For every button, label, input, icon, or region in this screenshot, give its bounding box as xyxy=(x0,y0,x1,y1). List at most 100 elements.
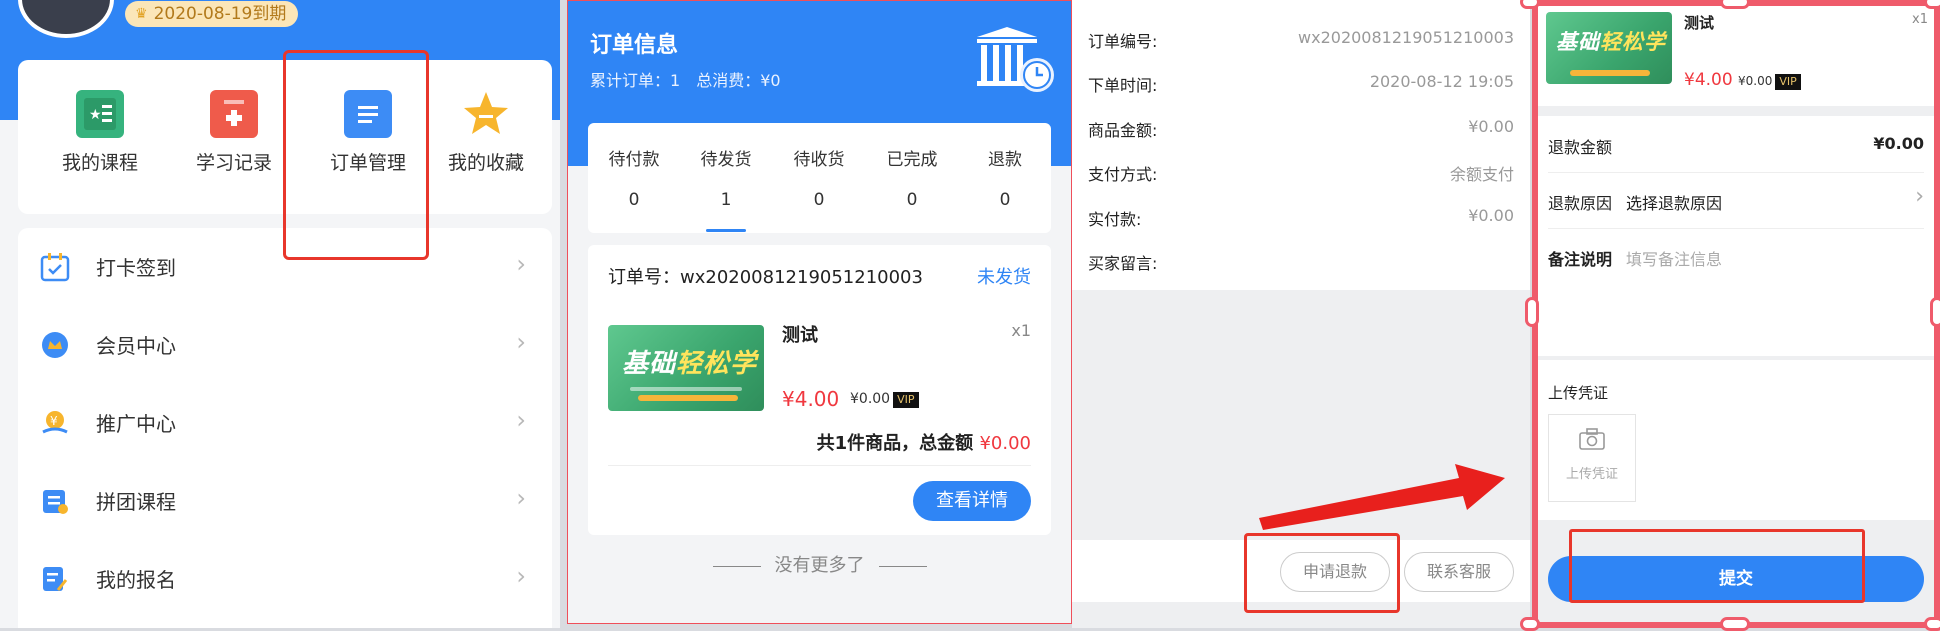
product-name: 测试 xyxy=(782,325,818,346)
tab-pending-receipt[interactable]: 待收货 0 xyxy=(773,145,865,210)
info-key: 下单时间: xyxy=(1088,76,1158,95)
tab-count: 0 xyxy=(999,190,1011,210)
tab-completed[interactable]: 已完成 0 xyxy=(866,145,958,210)
quick-action-label: 我的收藏 xyxy=(447,152,524,174)
original-price-value: ¥0.00 xyxy=(850,391,891,407)
info-key: 买家留言: xyxy=(1088,254,1158,273)
order-list-panel: 订单信息 累计订单：1 总消费：¥0 待付款 0 待发货 1 待收货 0 已完成… xyxy=(567,0,1072,624)
menu-item-promotion[interactable]: ¥ 推广中心 › xyxy=(18,384,552,462)
order-total-label: 共1件商品，总金额 xyxy=(816,433,974,454)
order-total: 共1件商品，总金额 ¥0.00 xyxy=(817,429,1031,455)
menu-list: 打卡签到 › 会员中心 › ¥ 推广中心 › 拼团课程 › 我的报名 › xyxy=(18,228,552,628)
product-name: 测试 xyxy=(1684,14,1715,32)
remark-placeholder: 填写备注信息 xyxy=(1626,250,1723,269)
building-icon xyxy=(973,23,1057,95)
resize-handle-top-left[interactable] xyxy=(1520,0,1540,9)
tab-label: 已完成 xyxy=(886,150,938,170)
tab-label: 待付款 xyxy=(608,150,660,170)
remark-label: 备注说明 xyxy=(1548,250,1613,269)
no-more-label: 没有更多了 xyxy=(774,555,865,576)
expire-text: 2020-08-19到期 xyxy=(153,4,287,24)
product-price: ¥4.00 xyxy=(1684,70,1733,90)
divider xyxy=(608,465,1031,466)
view-detail-button[interactable]: 查看详情 xyxy=(913,481,1031,521)
tab-refund[interactable]: 退款 0 xyxy=(959,145,1051,210)
upload-box[interactable]: 上传凭证 xyxy=(1548,414,1636,502)
tab-count: 1 xyxy=(720,190,732,210)
tab-count: 0 xyxy=(813,190,825,210)
thumbnail-title-a: 基础 xyxy=(1556,30,1600,54)
menu-item-label: 会员中心 xyxy=(96,334,176,358)
chevron-right-icon: › xyxy=(516,250,526,278)
star-icon xyxy=(462,90,510,138)
resize-handle-top-right[interactable] xyxy=(1924,0,1940,9)
group-course-icon xyxy=(40,486,70,516)
info-key: 支付方式: xyxy=(1088,165,1158,184)
quick-action-study-record[interactable]: 学习记录 xyxy=(174,90,294,175)
contact-service-button[interactable]: 联系客服 xyxy=(1404,552,1514,592)
tab-label: 退款 xyxy=(988,150,1022,170)
crown-icon: ♛ xyxy=(135,6,148,22)
quick-action-favorites[interactable]: 我的收藏 xyxy=(426,90,546,175)
thumbnail-title-b: 轻松学 xyxy=(1600,30,1666,54)
refund-reason-select[interactable]: 退款原因 选择退款原因 › xyxy=(1548,172,1924,229)
info-key: 订单编号: xyxy=(1088,32,1158,51)
calendar-icon xyxy=(40,252,70,282)
product-thumbnail: 基础轻松学 xyxy=(1546,12,1672,84)
original-price-value: ¥0.00 xyxy=(1738,74,1773,88)
thumbnail-decoration xyxy=(630,387,742,391)
resize-handle-right[interactable] xyxy=(1930,297,1940,327)
info-value: 2020-08-12 19:05 xyxy=(1369,72,1514,91)
chevron-right-icon: › xyxy=(516,562,526,590)
remark-field[interactable]: 备注说明 填写备注信息 xyxy=(1548,228,1924,356)
resize-handle-top[interactable] xyxy=(1720,0,1750,9)
menu-item-my-signup[interactable]: 我的报名 › xyxy=(18,540,552,618)
menu-item-member-center[interactable]: 会员中心 › xyxy=(18,306,552,384)
product-thumbnail[interactable]: 基础轻松学 xyxy=(608,325,764,411)
active-tab-underline xyxy=(706,229,746,232)
order-status: 未发货 xyxy=(977,267,1031,288)
quick-action-my-courses[interactable]: ★ 我的课程 xyxy=(40,90,160,175)
quick-action-label: 学习记录 xyxy=(195,152,272,174)
menu-item-label: 推广中心 xyxy=(96,412,176,436)
refund-amount-label: 退款金额 xyxy=(1548,138,1613,157)
menu-item-label: 打卡签到 xyxy=(96,256,176,280)
order-card: 订单号：wx2020081219051210003 未发货 基础轻松学 测试 x… xyxy=(588,245,1051,535)
order-info-list: 订单编号: wx2020081219051210003 下单时间: 2020-08-… xyxy=(1072,0,1530,290)
resize-handle-bottom[interactable] xyxy=(1720,617,1750,631)
resize-handle-bottom-left[interactable] xyxy=(1520,617,1540,631)
svg-text:¥: ¥ xyxy=(50,414,58,428)
order-stats: 累计订单：1 总消费：¥0 xyxy=(590,67,781,91)
tab-pending-shipment[interactable]: 待发货 1 xyxy=(680,145,772,232)
product-price: ¥4.00 xyxy=(782,387,840,411)
tab-count: 0 xyxy=(628,190,640,210)
info-value: 余额支付 xyxy=(1449,165,1514,184)
chevron-right-icon: › xyxy=(516,328,526,356)
tab-pending-payment[interactable]: 待付款 0 xyxy=(588,145,680,210)
vip-badge: VIP xyxy=(1775,74,1801,90)
vip-badge: VIP xyxy=(893,392,919,408)
profile-panel: ♛ 2020-08-19到期 ★ 我的课程 学习记录 订单管理 我的收藏 打卡签… xyxy=(0,0,560,628)
product-qty: x1 xyxy=(1011,321,1031,340)
upload-box-label: 上传凭证 xyxy=(1565,467,1618,482)
menu-item-label: 拼团课程 xyxy=(96,490,176,514)
membership-expire-badge: ♛ 2020-08-19到期 xyxy=(125,1,299,27)
refund-reason-placeholder: 选择退款原因 xyxy=(1626,194,1723,213)
refund-amount-row: 退款金额 ¥0.00 xyxy=(1548,116,1924,173)
menu-item-label: 我的报名 xyxy=(96,568,176,592)
thumbnail-title: 基础轻松学 xyxy=(622,343,757,380)
info-value: ¥0.00 xyxy=(1468,117,1514,136)
original-price: ¥0.00 VIP xyxy=(850,391,919,408)
total-spent: 总消费：¥0 xyxy=(696,71,781,90)
menu-item-group-course[interactable]: 拼团课程 › xyxy=(18,462,552,540)
resize-handle-left[interactable] xyxy=(1525,297,1539,327)
page-title: 订单信息 xyxy=(590,33,679,58)
order-total-amount: ¥0.00 xyxy=(979,433,1031,454)
chevron-right-icon: › xyxy=(1915,184,1924,209)
resize-handle-bottom-right[interactable] xyxy=(1924,617,1940,631)
tab-label: 待发货 xyxy=(700,150,752,170)
signup-icon xyxy=(40,564,70,594)
camera-icon xyxy=(1549,427,1635,457)
thumbnail-title-a: 基础 xyxy=(622,349,677,379)
total-orders: 累计订单：1 xyxy=(590,71,681,90)
